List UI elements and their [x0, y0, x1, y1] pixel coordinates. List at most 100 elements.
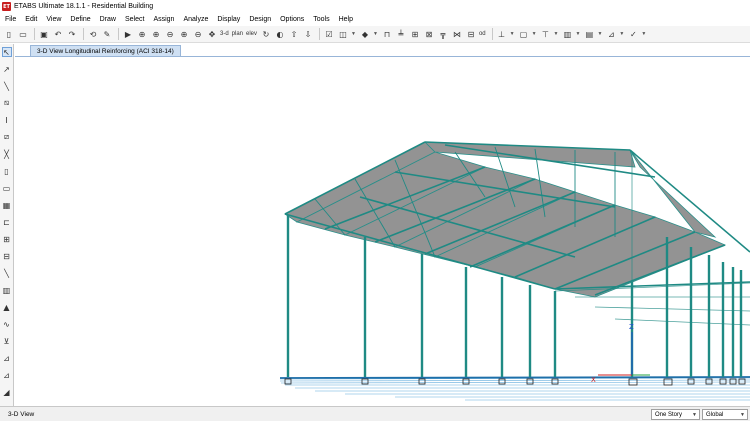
dropdown-arrow-icon[interactable]: ▼	[619, 31, 624, 37]
dropdown-arrow-icon[interactable]: ▼	[597, 31, 602, 37]
rotate-icon[interactable]: ↻	[260, 28, 272, 40]
zoom-window-icon[interactable]: ⊕	[136, 28, 148, 40]
refresh-icon[interactable]: ⟲	[87, 28, 99, 40]
draw-beam-icon[interactable]: ⧅	[2, 98, 12, 108]
cut-icon[interactable]: ⊟	[465, 28, 477, 40]
grid-icon[interactable]: ⊞	[409, 28, 421, 40]
dropdown-arrow-icon[interactable]: ▼	[532, 31, 537, 37]
view-3d-button[interactable]: 3-d	[220, 31, 229, 37]
draw-detail-icon[interactable]: ◢	[2, 387, 12, 397]
dropdown-arrow-icon[interactable]: ▼	[351, 31, 356, 37]
coordinate-system-select[interactable]: Global ▼	[702, 409, 748, 420]
menu-draw[interactable]: Draw	[100, 16, 116, 23]
draw-opening-icon[interactable]: ▦	[2, 200, 12, 210]
draw-spring-icon[interactable]: ▥	[2, 285, 12, 295]
extrude-icon[interactable]: ◆	[359, 28, 371, 40]
menu-help[interactable]: Help	[339, 16, 353, 23]
x-axis-label: X	[591, 376, 596, 384]
dropdown-arrow-icon[interactable]: ▼	[554, 31, 559, 37]
menu-analyze[interactable]: Analyze	[183, 16, 208, 23]
main-toolbar: ▯ ▭ ▣ ↶ ↷ ⟲ ✎ ▶ ⊕ ⊕ ⊖ ⊕ ⊖ ✥ 3-d plan ele…	[0, 26, 750, 43]
menu-tools[interactable]: Tools	[313, 16, 329, 23]
draw-developed-icon[interactable]: ⊿	[2, 370, 12, 380]
story-select-value: One Story	[655, 411, 683, 418]
elevation-view-button[interactable]: elev	[246, 31, 257, 37]
draw-point-icon[interactable]: ▲	[2, 302, 12, 312]
select-icon[interactable]: ⊠	[423, 28, 435, 40]
draw-tendon-icon[interactable]: ⊿	[2, 353, 12, 363]
coordinate-select-value: Global	[706, 411, 724, 418]
save-icon[interactable]: ▣	[38, 28, 50, 40]
toolbar-separator	[83, 28, 84, 40]
move-down-icon[interactable]: ⇩	[302, 28, 314, 40]
chevron-down-icon: ▼	[692, 412, 697, 418]
global-axis	[598, 332, 650, 376]
draw-line-icon[interactable]: ╲	[2, 81, 12, 91]
menu-edit[interactable]: Edit	[25, 16, 37, 23]
draw-wall-icon[interactable]: ╳	[2, 149, 12, 159]
pan-icon[interactable]: ✥	[206, 28, 218, 40]
menu-options[interactable]: Options	[280, 16, 304, 23]
story-select[interactable]: One Story ▼	[651, 409, 700, 420]
toolbar-separator	[118, 28, 119, 40]
section-icon[interactable]: ⋈	[451, 28, 463, 40]
window-title: ETABS Ultimate 18.1.1 - Residential Buil…	[14, 3, 154, 10]
zoom-out-icon[interactable]: ⊖	[164, 28, 176, 40]
model-view-canvas[interactable]: X Z	[15, 57, 750, 405]
perspective-icon[interactable]: ◐	[274, 28, 286, 40]
menu-assign[interactable]: Assign	[153, 16, 174, 23]
zoom-previous-icon[interactable]: ⊖	[192, 28, 204, 40]
redo-icon[interactable]: ↷	[66, 28, 78, 40]
new-model-icon[interactable]: ▯	[3, 28, 15, 40]
draw-link-icon[interactable]: ⊞	[2, 234, 12, 244]
menu-design[interactable]: Design	[249, 16, 271, 23]
object-shrink-icon[interactable]: ◫	[337, 28, 349, 40]
zoom-extents-icon[interactable]: ⊕	[178, 28, 190, 40]
menu-view[interactable]: View	[46, 16, 61, 23]
display-box-icon[interactable]: ▢	[518, 28, 530, 40]
disabled-tool-button[interactable]: od	[479, 31, 486, 37]
draw-frame-icon[interactable]: ╧	[395, 28, 407, 40]
toolbar-separator	[491, 28, 493, 40]
z-axis-label: Z	[629, 323, 634, 331]
toolbar-separator	[34, 28, 35, 40]
draw-column-icon[interactable]: Ι	[2, 115, 12, 125]
run-analysis-icon[interactable]: ▶	[122, 28, 134, 40]
design-icon[interactable]: ⊿	[605, 28, 617, 40]
pointer-icon[interactable]: ↖	[1, 47, 12, 57]
status-view-label: 3-D View	[8, 410, 35, 418]
menu-display[interactable]: Display	[217, 16, 240, 23]
dropdown-arrow-icon[interactable]: ▼	[510, 31, 515, 37]
lock-icon[interactable]: ✎	[101, 28, 113, 40]
dropdown-arrow-icon[interactable]: ▼	[641, 31, 646, 37]
menu-file[interactable]: File	[5, 16, 16, 23]
dropdown-arrow-icon[interactable]: ▼	[373, 31, 378, 37]
draw-slab-icon[interactable]: ▯	[2, 166, 12, 176]
draw-brace-icon[interactable]: ⧄	[2, 132, 12, 142]
draw-toolbar: ↖ ↗ ╲ ⧅ Ι ⧄ ╳ ▯ ▭ ▦ ⊏ ⊞ ⊟ ╲ ▥ ▲ ∿ ⊻ ⊿ ⊿ …	[0, 44, 14, 406]
set-display-options-icon[interactable]: ☑	[323, 28, 335, 40]
draw-grid-icon[interactable]: ⊟	[2, 251, 12, 261]
etabs-logo-icon: ET	[2, 2, 11, 11]
draw-dimension-icon[interactable]: ∿	[2, 319, 12, 329]
display-loads-icon[interactable]: ⊤	[540, 28, 552, 40]
draw-reference-icon[interactable]: ⊻	[2, 336, 12, 346]
undo-icon[interactable]: ↶	[52, 28, 64, 40]
bracket-icon[interactable]: ⊓	[381, 28, 393, 40]
display-tables-icon[interactable]: ▤	[583, 28, 595, 40]
plan-view-button[interactable]: plan	[232, 31, 243, 37]
move-up-icon[interactable]: ⇧	[288, 28, 300, 40]
display-text-icon[interactable]: ⊥	[496, 28, 508, 40]
check-icon[interactable]: ✓	[627, 28, 639, 40]
draw-null-icon[interactable]: ⊏	[2, 217, 12, 227]
draw-area-icon[interactable]: ▭	[2, 183, 12, 193]
menu-select[interactable]: Select	[125, 16, 144, 23]
reshape-icon[interactable]: ↗	[2, 64, 12, 74]
draw-section-cut-icon[interactable]: ╲	[2, 268, 12, 278]
menu-define[interactable]: Define	[70, 16, 90, 23]
dropdown-arrow-icon[interactable]: ▼	[575, 31, 580, 37]
display-forces-icon[interactable]: ▥	[561, 28, 573, 40]
frame-icon[interactable]: ╦	[437, 28, 449, 40]
open-icon[interactable]: ▭	[17, 28, 29, 40]
zoom-in-icon[interactable]: ⊕	[150, 28, 162, 40]
